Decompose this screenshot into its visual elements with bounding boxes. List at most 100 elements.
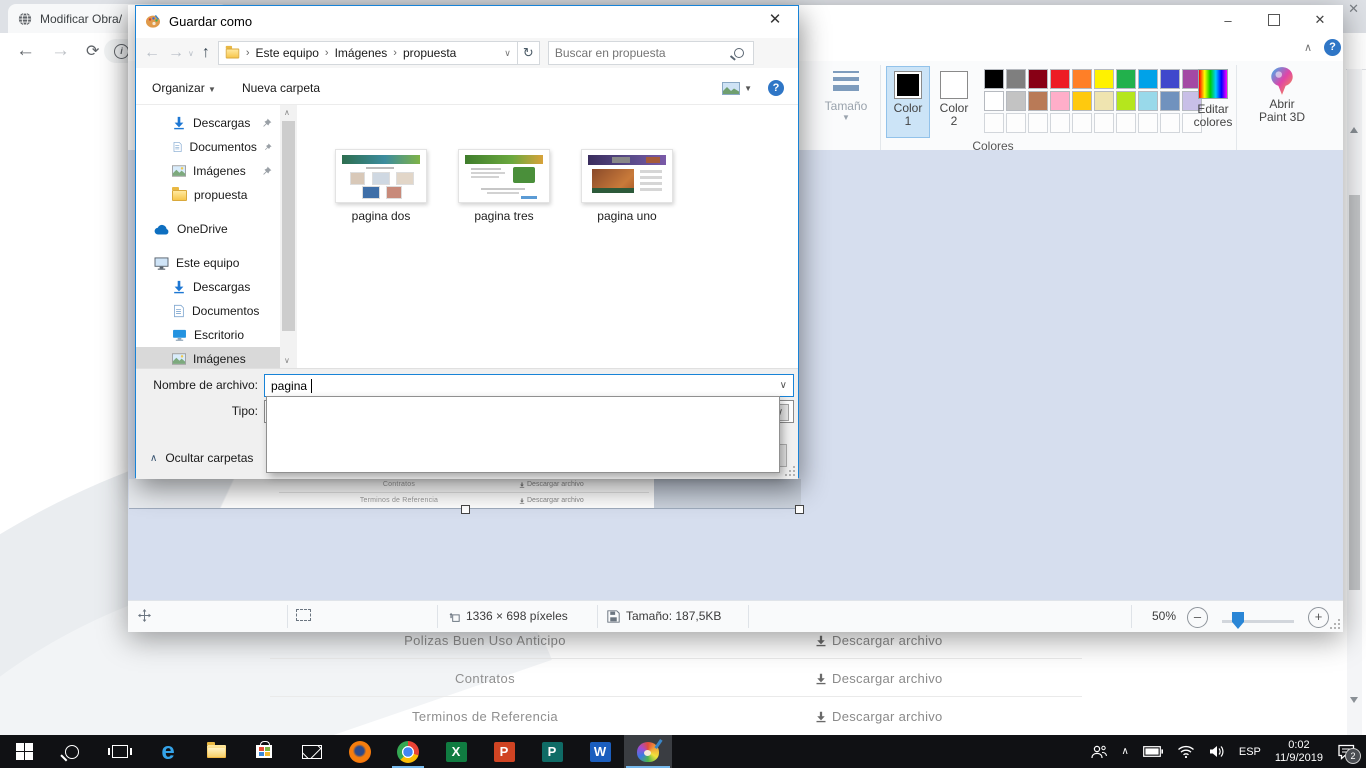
- wifi-indicator[interactable]: [1177, 745, 1195, 758]
- browser-reload-icon[interactable]: ⟳: [86, 41, 99, 61]
- taskbar-firefox-button[interactable]: [336, 735, 384, 768]
- palette-color[interactable]: [1160, 69, 1180, 89]
- scroll-down-icon[interactable]: ∨: [284, 356, 290, 365]
- zoom-slider-handle[interactable]: [1232, 612, 1244, 629]
- palette-color[interactable]: [1006, 91, 1026, 111]
- taskbar-chrome-button[interactable]: [384, 735, 432, 768]
- breadcrumb-item[interactable]: Este equipo: [256, 46, 319, 60]
- edit-colors-button[interactable]: Editarcolores: [1183, 69, 1243, 129]
- palette-color[interactable]: [1028, 91, 1048, 111]
- sidebar-item-descargas-2[interactable]: Descargas: [136, 275, 280, 299]
- browser-back-icon[interactable]: ←: [16, 40, 35, 62]
- file-item-pagina-uno[interactable]: pagina uno: [567, 149, 687, 223]
- organize-button[interactable]: Organizar ▼: [152, 81, 216, 95]
- collapse-ribbon-icon[interactable]: ∧: [1304, 41, 1312, 54]
- taskbar-edge-button[interactable]: e: [144, 735, 192, 768]
- breadcrumb-dropdown-icon[interactable]: ∨: [504, 48, 511, 59]
- sidebar-scrollbar[interactable]: ∧ ∨: [280, 105, 297, 368]
- taskbar-excel-button[interactable]: X: [432, 735, 480, 768]
- sidebar-item-escritorio[interactable]: Escritorio: [136, 323, 280, 347]
- notification-center-button[interactable]: 2: [1337, 744, 1356, 760]
- search-input[interactable]: [549, 46, 734, 60]
- palette-color[interactable]: [1050, 69, 1070, 89]
- hide-folders-button[interactable]: ∧ Ocultar carpetas: [150, 451, 253, 465]
- nav-history-icon[interactable]: ∨: [188, 49, 194, 58]
- sidebar-item-documentos-2[interactable]: Documentos: [136, 299, 280, 323]
- browser-forward-icon[interactable]: →: [51, 40, 70, 62]
- taskbar-powerpoint-button[interactable]: P: [480, 735, 528, 768]
- refresh-button[interactable]: ↻: [518, 41, 540, 65]
- chrome-close-icon[interactable]: ✕: [1348, 1, 1359, 17]
- breadcrumb-item[interactable]: Imágenes: [335, 46, 388, 60]
- start-button[interactable]: [0, 735, 48, 768]
- close-button[interactable]: ✕: [1297, 5, 1343, 35]
- window-resize-grip[interactable]: [1330, 619, 1340, 629]
- size-button[interactable]: Tamaño ▼: [820, 67, 872, 122]
- palette-color[interactable]: [1050, 91, 1070, 111]
- scroll-up-icon[interactable]: ∧: [284, 108, 290, 117]
- download-link[interactable]: Descargar archivo: [815, 633, 995, 648]
- sidebar-item-este-equipo[interactable]: Este equipo: [136, 251, 280, 275]
- tray-expand-button[interactable]: ∧: [1122, 746, 1129, 757]
- palette-color[interactable]: [1116, 91, 1136, 111]
- page-info-icon[interactable]: i: [114, 44, 129, 59]
- scrollbar-thumb[interactable]: [1349, 195, 1360, 590]
- palette-color[interactable]: [1094, 69, 1114, 89]
- battery-indicator[interactable]: [1143, 746, 1163, 757]
- taskbar-paint-button[interactable]: [624, 735, 672, 768]
- breadcrumb-item[interactable]: propuesta: [403, 46, 456, 60]
- sidebar-item-descargas[interactable]: Descargas: [136, 111, 280, 135]
- maximize-button[interactable]: [1251, 5, 1297, 35]
- palette-color[interactable]: [1160, 91, 1180, 111]
- palette-color[interactable]: [1094, 91, 1114, 111]
- palette-color[interactable]: [1072, 91, 1092, 111]
- breadcrumb[interactable]: › Este equipo › Imágenes › propuesta ∨: [218, 41, 518, 65]
- canvas-resize-handle[interactable]: [795, 505, 804, 514]
- new-folder-button[interactable]: Nueva carpeta: [242, 81, 320, 95]
- view-mode-button[interactable]: ▼: [722, 82, 752, 95]
- task-view-button[interactable]: [96, 735, 144, 768]
- sidebar-item-propuesta[interactable]: propuesta: [136, 183, 280, 207]
- scroll-down-icon[interactable]: [1350, 697, 1358, 703]
- canvas-resize-handle[interactable]: [461, 505, 470, 514]
- nav-back-icon[interactable]: ←: [144, 44, 160, 62]
- scrollbar-thumb[interactable]: [282, 121, 295, 331]
- filename-combobox[interactable]: pagina ∨: [264, 374, 794, 397]
- palette-color[interactable]: [1138, 69, 1158, 89]
- file-item-pagina-tres[interactable]: pagina tres: [444, 149, 564, 223]
- palette-color[interactable]: [1116, 69, 1136, 89]
- page-scrollbar[interactable]: [1347, 69, 1362, 735]
- taskbar-word-button[interactable]: W: [576, 735, 624, 768]
- taskbar-search-button[interactable]: [48, 735, 96, 768]
- palette-color[interactable]: [984, 91, 1004, 111]
- sidebar-item-onedrive[interactable]: OneDrive: [136, 217, 280, 241]
- minimize-button[interactable]: –: [1205, 5, 1251, 35]
- download-link[interactable]: Descargar archivo: [815, 671, 995, 686]
- search-box[interactable]: [548, 41, 754, 65]
- language-indicator[interactable]: ESP: [1239, 746, 1261, 758]
- paint-help-button[interactable]: ?: [1324, 39, 1341, 56]
- taskbar-mail-button[interactable]: [288, 735, 336, 768]
- chevron-down-icon[interactable]: ∨: [780, 380, 787, 391]
- dialog-close-button[interactable]: ✕: [760, 9, 790, 31]
- taskbar-publisher-button[interactable]: P: [528, 735, 576, 768]
- nav-forward-icon[interactable]: →: [168, 44, 184, 62]
- zoom-out-button[interactable]: –: [1187, 607, 1208, 628]
- nav-up-icon[interactable]: ↑: [202, 44, 210, 62]
- color2-button[interactable]: Color2: [932, 66, 976, 138]
- palette-color[interactable]: [1028, 69, 1048, 89]
- palette-color[interactable]: [984, 69, 1004, 89]
- open-paint3d-button[interactable]: AbrirPaint 3D: [1246, 66, 1318, 124]
- volume-indicator[interactable]: [1209, 745, 1225, 758]
- taskbar-store-button[interactable]: [240, 735, 288, 768]
- clock[interactable]: 0:02 11/9/2019: [1275, 739, 1323, 765]
- scroll-up-icon[interactable]: [1350, 127, 1358, 133]
- taskbar-file-explorer-button[interactable]: [192, 735, 240, 768]
- sidebar-item-documentos[interactable]: Documentos: [136, 135, 280, 159]
- palette-color[interactable]: [1138, 91, 1158, 111]
- palette-color[interactable]: [1072, 69, 1092, 89]
- people-button[interactable]: [1090, 744, 1108, 760]
- dialog-help-button[interactable]: ?: [768, 80, 784, 96]
- palette-color[interactable]: [1006, 69, 1026, 89]
- color1-button[interactable]: Color1: [886, 66, 930, 138]
